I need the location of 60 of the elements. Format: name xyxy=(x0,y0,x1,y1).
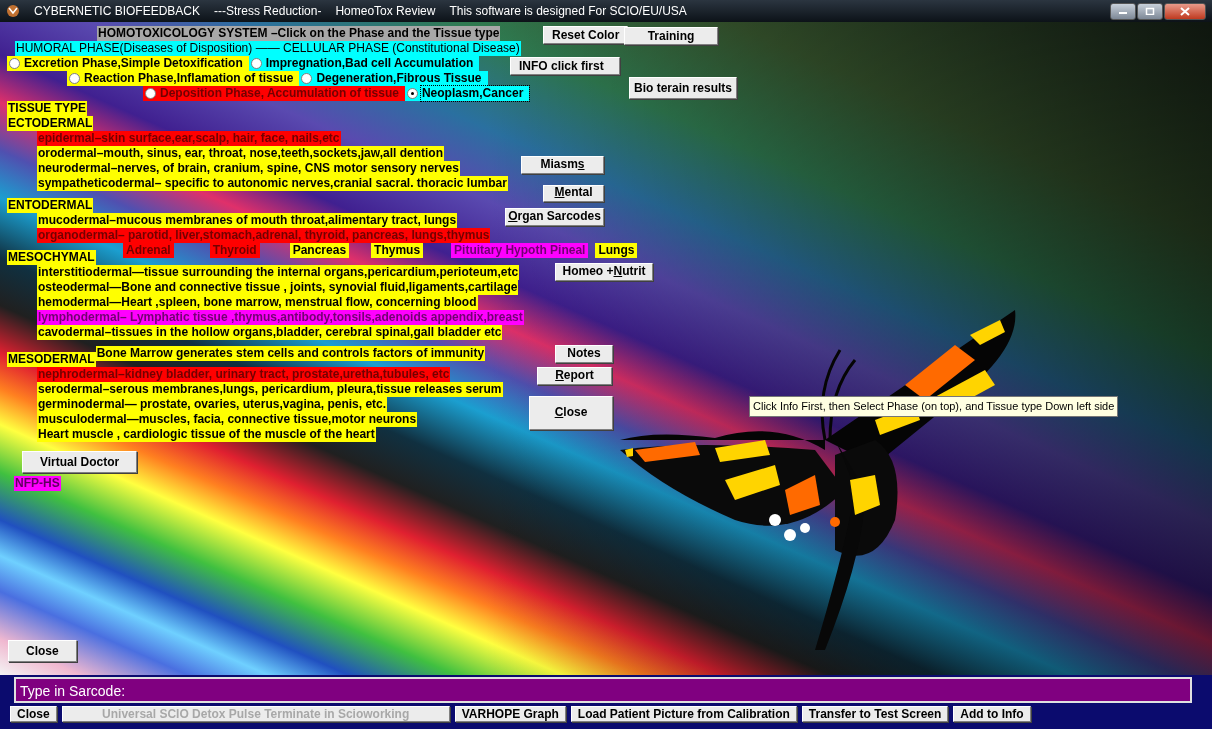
radio-button[interactable] xyxy=(301,73,313,84)
tissue-item[interactable]: mucodermal–mucous membranes of mouth throat,alimentary tract, lungs xyxy=(37,213,458,228)
organ-option[interactable]: Thymus xyxy=(371,243,424,258)
nfp-label: NFP-HS xyxy=(14,476,61,491)
side-button[interactable]: Report xyxy=(537,367,612,385)
tissue-item[interactable]: germinodermal— prostate, ovaries, uterus,vagina, penis, etc. xyxy=(37,397,388,412)
close-window-button[interactable] xyxy=(1164,2,1206,20)
radio-button[interactable] xyxy=(145,88,156,99)
tissue-item[interactable]: hemodermal—Heart ,spleen, bone marrow, menstrual flow, concerning blood xyxy=(37,295,478,310)
info-button[interactable]: INFO click first xyxy=(510,57,620,75)
group-label: ECTODERMAL xyxy=(7,116,94,131)
window-title: This software is designed For SCIO/EU/USA xyxy=(449,3,687,20)
radio-button[interactable] xyxy=(9,58,20,69)
tissue-item[interactable]: musculodermal—muscles, facia, connective tissue,motor neurons xyxy=(37,412,418,427)
radio-button[interactable] xyxy=(69,73,80,84)
maximize-button[interactable] xyxy=(1137,2,1163,20)
tooltip: Click Info First, then Select Phase (on top), and Tissue type Down left side xyxy=(749,396,1119,417)
window-title: CYBERNETIC BIOFEEDBACK xyxy=(34,3,201,20)
group-label: MESOCHYMAL xyxy=(7,250,96,265)
radio-button[interactable] xyxy=(250,58,262,69)
window-title: ---Stress Reduction- xyxy=(214,3,322,20)
sarcode-field[interactable]: Type in Sarcode: xyxy=(14,677,1192,703)
group-label: MESODERMAL xyxy=(7,352,96,367)
side-button[interactable]: Homeo +Nutrit xyxy=(555,263,653,281)
side-button[interactable]: Close xyxy=(529,396,613,430)
tissue-item[interactable]: neurodermal–nerves, of brain, cranium, spine, CNS motor sensory nerves xyxy=(37,161,460,176)
minimize-button[interactable] xyxy=(1110,2,1136,20)
section-label: TISSUE TYPE xyxy=(7,101,88,116)
toolbar-button[interactable]: Transfer to Test Screen xyxy=(801,706,949,722)
window-title: HomeoTox Review xyxy=(335,3,436,20)
tissue-item[interactable]: serodermal–serous membranes,lungs, pericardium, pleura,tissue releases serum xyxy=(37,382,503,397)
virtual-doctor-button[interactable]: Virtual Doctor xyxy=(22,451,138,473)
radio-button[interactable] xyxy=(406,88,418,99)
organ-option[interactable]: Pancreas xyxy=(289,243,350,258)
side-button[interactable]: Mental xyxy=(543,185,604,202)
side-button[interactable]: Organ Sarcodes xyxy=(505,208,604,226)
side-button[interactable]: Notes xyxy=(555,345,613,363)
toolbar-button[interactable]: Close xyxy=(10,706,57,722)
tissue-item[interactable]: Heart muscle , cardiologic tissue of the muscle of the heart xyxy=(37,427,376,442)
tissue-item[interactable]: osteodermal—Bone and connective tissue , joints, synovial fluid,ligaments,cartilage xyxy=(37,280,519,295)
toolbar-button[interactable]: Load Patient Picture from Calibration xyxy=(570,706,797,722)
group-label: ENTODERMAL xyxy=(7,198,94,213)
organ-option[interactable]: Lungs xyxy=(595,243,638,258)
maximize-icon xyxy=(1145,7,1155,15)
tissue-item[interactable]: sympatheticodermal– specific to autonomic nerves,cranial sacral. thoracic lumbar xyxy=(37,176,508,191)
header-label: HOMOTOXICOLOGY SYSTEM –Click on the Phase and the Tissue type xyxy=(97,26,501,41)
toolbar-button[interactable]: VARHOPE Graph xyxy=(454,706,566,722)
tissue-item[interactable]: interstitiodermal—tissue surrounding the internal organs,pericardium,perioteum,etc xyxy=(37,265,520,280)
tissue-item[interactable]: cavodermal–tissues in the hollow organs,bladder, cerebral spinal,gall bladder etc xyxy=(37,325,503,340)
tissue-item[interactable]: orodermal–mouth, sinus, ear, throat, nose,teeth,sockets,jaw,all dention xyxy=(37,146,444,161)
toolbar-button[interactable]: Add to Info xyxy=(953,706,1031,722)
close-icon xyxy=(1180,6,1190,16)
training-button[interactable]: Training xyxy=(624,27,718,45)
note-label: Bone Marrow generates stem cells and controls factors of immunity xyxy=(95,346,486,361)
close-button[interactable]: Close xyxy=(8,640,77,662)
side-button[interactable]: Miasms xyxy=(521,156,604,174)
bio-terrain-button[interactable]: Bio terain results xyxy=(629,77,738,99)
app-icon xyxy=(6,4,20,18)
reset-color-button[interactable]: Reset Color xyxy=(543,26,629,44)
phase-heading: HUMORAL PHASE(Diseases of Disposition) —— CELLULAR PHASE (Constitutional Disease) xyxy=(15,41,521,56)
